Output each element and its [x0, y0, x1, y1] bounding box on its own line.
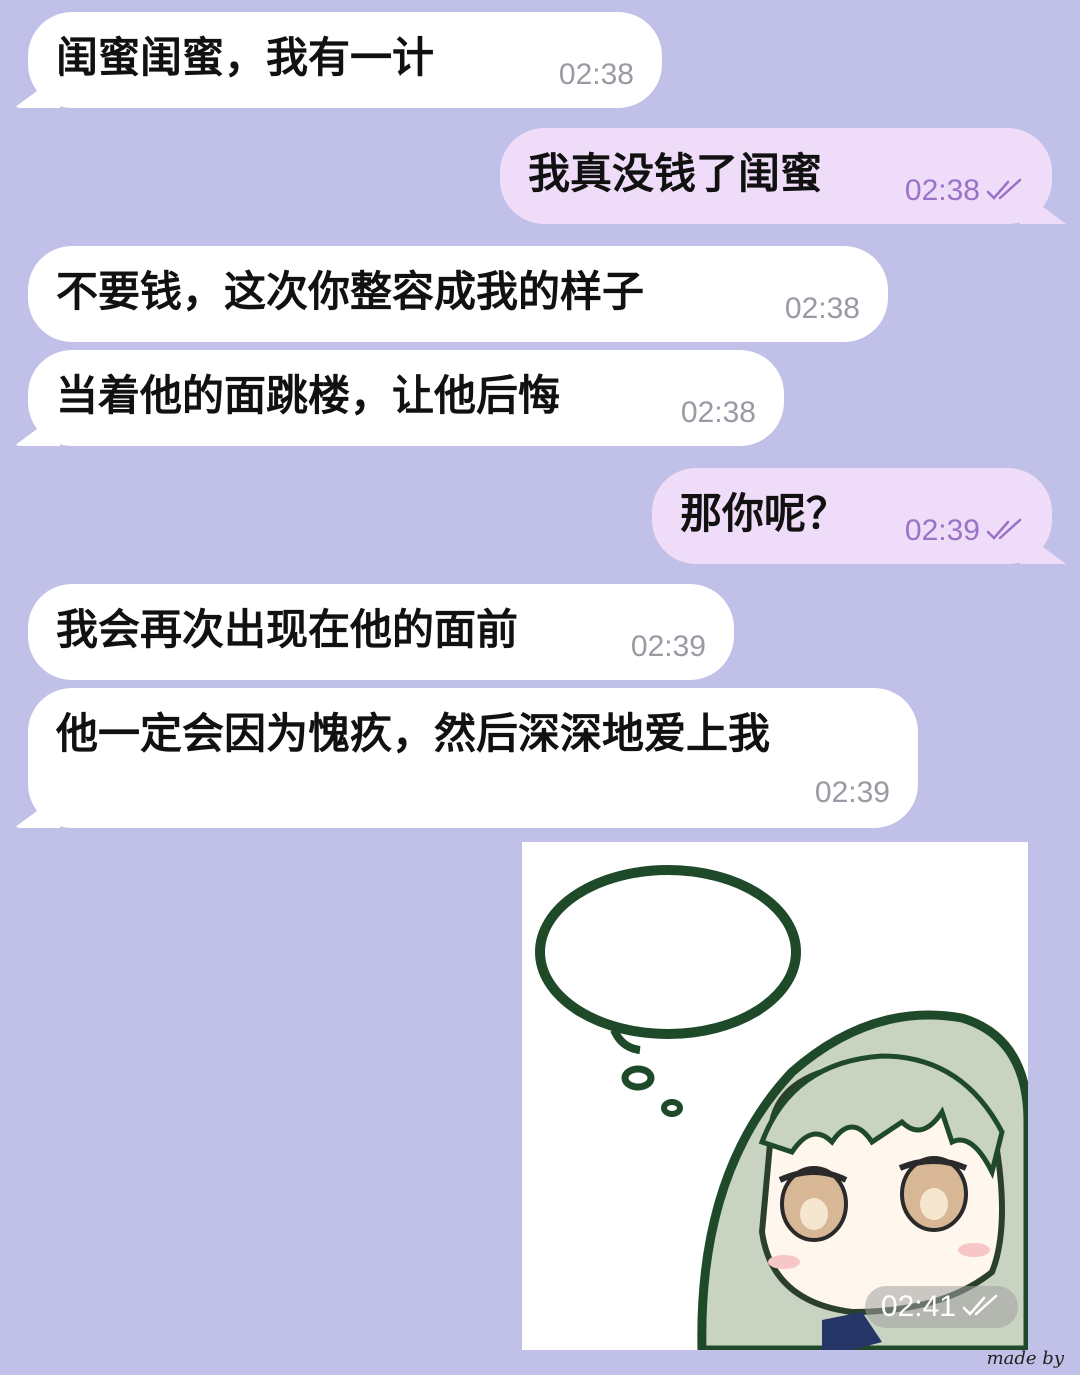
message-bubble-incoming[interactable]: 当着他的面跳楼，让他后悔 02:38	[28, 350, 784, 446]
message-bubble-incoming[interactable]: 闺蜜闺蜜，我有一计 02:38	[28, 12, 662, 108]
message-time: 02:41	[880, 1290, 956, 1323]
message-text: 我会再次出现在他的面前	[56, 605, 519, 654]
watermark: made by	[986, 1348, 1064, 1369]
message-bubble-incoming[interactable]: 不要钱，这次你整容成我的样子 02:38	[28, 246, 888, 342]
message-time: 02:39	[904, 514, 980, 547]
message-time: 02:39	[814, 776, 890, 809]
message-bubble-outgoing[interactable]: 我真没钱了闺蜜 02:38	[500, 128, 1052, 224]
message-text: 闺蜜闺蜜，我有一计	[56, 33, 435, 82]
message-time-with-status: 02:39	[905, 514, 1026, 548]
message-text: 当着他的面跳楼，让他后悔	[56, 371, 561, 420]
anime-girl-thought-bubble-sticker	[535, 865, 1028, 1350]
message-time: 02:39	[630, 630, 706, 663]
message-text: 我真没钱了闺蜜	[528, 149, 823, 198]
message-text: 他一定会因为愧疚，然后深深地爱上我	[56, 709, 771, 758]
message-text: 那你呢？	[680, 489, 849, 538]
message-time: 02:38	[680, 396, 756, 429]
message-time: 02:38	[904, 174, 980, 207]
sticker-time-badge: 02:41	[864, 1286, 1018, 1328]
message-text: 不要钱，这次你整容成我的样子	[56, 267, 645, 316]
read-double-check-icon	[986, 178, 1022, 200]
message-time: 02:38	[784, 292, 860, 325]
read-double-check-icon	[962, 1294, 998, 1316]
message-bubble-outgoing[interactable]: 那你呢？ 02:39	[652, 468, 1052, 564]
message-time: 02:38	[558, 58, 634, 91]
message-bubble-incoming[interactable]: 他一定会因为愧疚，然后深深地爱上我 02:39	[28, 688, 918, 828]
sticker-message[interactable]: 02:41	[522, 842, 1028, 1350]
message-time-with-status: 02:38	[905, 174, 1026, 208]
read-double-check-icon	[986, 518, 1022, 540]
message-bubble-incoming[interactable]: 我会再次出现在他的面前 02:39	[28, 584, 734, 680]
